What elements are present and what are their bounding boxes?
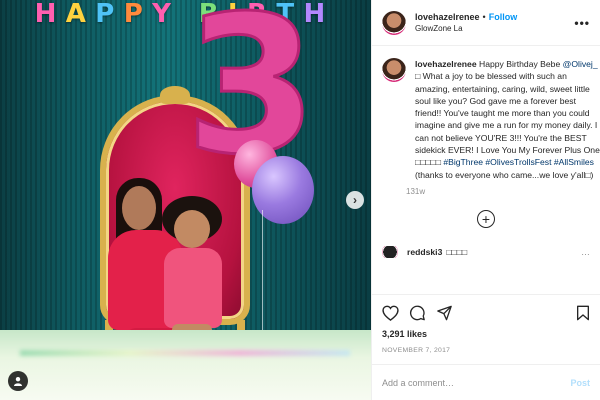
post-actions: 3,291 likes NOVEMBER 7, 2017 <box>372 294 600 354</box>
comment-text: □□□□ <box>446 246 468 257</box>
add-comment-bar: Post <box>372 364 600 400</box>
banner-letter: P <box>123 0 143 29</box>
author-avatar[interactable] <box>382 10 406 35</box>
user-icon <box>14 377 22 386</box>
load-more-comments-button[interactable]: + <box>477 209 495 228</box>
like-button[interactable] <box>382 305 399 321</box>
caption-comment: lovehazelrenee Happy Birthday Bebe @Oliv… <box>382 58 600 196</box>
hashtag-link[interactable]: #OlivesTrollsFest <box>485 157 551 167</box>
banner-letter: A <box>65 0 86 29</box>
comment-item: reddski3 □□□□ … <box>382 245 590 258</box>
caption-part-2: □ What a joy to be blessed with such an … <box>415 71 600 168</box>
plus-icon: + <box>481 210 491 227</box>
likes-count[interactable]: 3,291 likes <box>382 329 590 339</box>
post-photo[interactable]: H A P P Y B I R T H 3 › <box>0 0 371 400</box>
banner-letter: Y <box>152 0 171 29</box>
commenter-avatar[interactable] <box>382 245 398 258</box>
post-side-panel: lovehazelrenee • Follow GlowZone La ••• lo… <box>371 0 600 400</box>
caption-time-ago[interactable]: 131w <box>406 187 600 196</box>
bookmark-icon <box>577 305 589 321</box>
share-button[interactable] <box>436 305 453 321</box>
caption-avatar[interactable] <box>382 58 406 82</box>
hashtag-link[interactable]: #BigThree <box>443 157 483 167</box>
chevron-right-icon: › <box>353 193 357 207</box>
caption-text: lovehazelrenee Happy Birthday Bebe @Oliv… <box>415 58 600 181</box>
post-date[interactable]: NOVEMBER 7, 2017 <box>382 347 590 354</box>
comment-more-icon[interactable]: … <box>581 247 590 257</box>
caption-part-1: Happy Birthday Bebe <box>479 59 561 69</box>
comment-icon <box>410 305 425 321</box>
banner-letter: P <box>95 0 115 29</box>
separator-dot: • <box>482 11 486 22</box>
commenter-username[interactable]: reddski3 <box>407 247 442 257</box>
heart-icon <box>382 305 399 321</box>
next-photo-button[interactable]: › <box>346 191 364 209</box>
banner-letter: H <box>34 0 57 29</box>
caption-part-3: (thanks to everyone who came...we love y… <box>415 169 594 180</box>
comments-area: lovehazelrenee Happy Birthday Bebe @Oliv… <box>372 46 600 294</box>
caption-username[interactable]: lovehazelrenee <box>415 59 477 69</box>
instagram-post-modal: H A P P Y B I R T H 3 › lovehazelrenee •… <box>0 0 600 400</box>
send-icon <box>437 305 452 321</box>
post-location[interactable]: GlowZone La <box>415 23 574 35</box>
save-button[interactable] <box>576 305 590 321</box>
author-username[interactable]: lovehazelrenee <box>415 12 480 22</box>
more-options-icon[interactable]: ••• <box>574 16 590 30</box>
hashtag-link[interactable]: #AllSmiles <box>554 157 594 167</box>
comment-button[interactable] <box>409 305 426 321</box>
follow-button[interactable]: Follow <box>489 12 518 22</box>
balloon-string <box>262 210 263 330</box>
comment-input[interactable] <box>382 377 571 388</box>
mention-link[interactable]: @Olivej_ <box>563 59 598 69</box>
post-comment-button[interactable]: Post <box>570 378 590 388</box>
user-tag-button[interactable] <box>8 371 28 391</box>
lit-floor <box>0 330 371 400</box>
post-header: lovehazelrenee • Follow GlowZone La ••• <box>372 0 600 46</box>
